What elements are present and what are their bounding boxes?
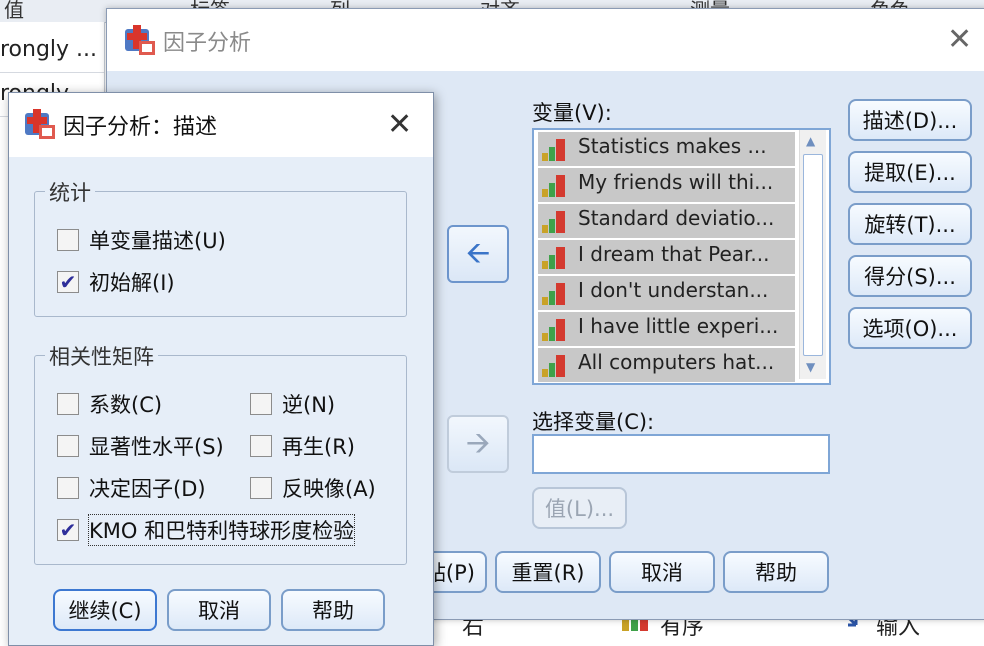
initial-solution-checkbox[interactable]: ✔ (57, 271, 79, 293)
reproduced-checkbox[interactable] (250, 435, 272, 457)
help-button[interactable]: 帮助 (723, 551, 829, 593)
reproduced-label[interactable]: 再生(R) (282, 431, 355, 461)
univariate-label[interactable]: 单变量描述(U) (89, 225, 226, 255)
scroll-thumb[interactable] (803, 154, 823, 356)
determinant-label[interactable]: 决定因子(D) (89, 473, 206, 503)
spss-app-icon (25, 109, 55, 139)
scale-measure-icon (542, 319, 566, 341)
inverse-label[interactable]: 逆(N) (282, 389, 335, 419)
title-bar: 因子分析 ✕ (107, 9, 984, 71)
scale-measure-icon (542, 247, 566, 269)
dialog-title: 因子分析：描述 (63, 115, 218, 140)
value-button[interactable]: 值(L)... (532, 487, 627, 529)
variable-name: I don't understan... (578, 278, 769, 302)
cancel-button[interactable]: 取消 (609, 551, 715, 593)
extraction-button[interactable]: 提取(E)... (848, 151, 972, 193)
statistics-group-label: 统计 (45, 177, 95, 207)
initial-solution-label[interactable]: 初始解(I) (89, 267, 175, 297)
kmo-bartlett-label[interactable]: KMO 和巴特利特球形度检验 (87, 514, 356, 546)
variable-list-item[interactable]: I don't understan... (538, 276, 795, 310)
continue-button[interactable]: 继续(C) (53, 589, 157, 631)
scale-measure-icon (542, 283, 566, 305)
scroll-up-icon[interactable]: ▲ (806, 134, 815, 148)
arrow-left-icon: 🡨 (465, 236, 491, 271)
correlation-matrix-group-label: 相关性矩阵 (45, 341, 158, 371)
title-bar: 因子分析：描述 ✕ (9, 93, 433, 157)
descriptives-button[interactable]: 描述(D)... (848, 99, 972, 141)
spss-app-icon (125, 25, 155, 55)
scale-measure-icon (542, 211, 566, 233)
kmo-bartlett-checkbox[interactable]: ✔ (57, 519, 79, 541)
selection-variable-field[interactable] (532, 434, 830, 474)
descriptives-dialog: 因子分析：描述 ✕ 统计 单变量描述(U) ✔ 初始解(I) 相关性矩阵 系数(… (8, 92, 434, 646)
variable-name: I have little experi... (578, 314, 779, 338)
significance-label[interactable]: 显著性水平(S) (89, 431, 224, 461)
variable-name: All computers hat... (578, 350, 775, 374)
determinant-checkbox[interactable] (57, 477, 79, 499)
inverse-checkbox[interactable] (250, 393, 272, 415)
variable-name: Statistics makes ... (578, 134, 767, 158)
variables-label: 变量(V): (532, 101, 612, 125)
help-button[interactable]: 帮助 (281, 589, 385, 631)
variable-list-item[interactable]: My friends will thi... (538, 168, 795, 202)
significance-checkbox[interactable] (57, 435, 79, 457)
anti-image-checkbox[interactable] (250, 477, 272, 499)
close-icon[interactable]: ✕ (947, 25, 972, 55)
variable-list-item[interactable]: I dream that Pear... (538, 240, 795, 274)
arrow-right-icon: 🡪 (465, 426, 491, 461)
dialog-title: 因子分析 (163, 31, 252, 56)
variable-name: My friends will thi... (578, 170, 774, 194)
scale-measure-icon (542, 139, 566, 161)
variable-name: Standard deviatio... (578, 206, 775, 230)
coefficients-checkbox[interactable] (57, 393, 79, 415)
variable-list-item[interactable]: Statistics makes ... (538, 132, 795, 166)
reset-button[interactable]: 重置(R) (495, 551, 601, 593)
options-button[interactable]: 选项(O)... (848, 307, 972, 349)
scroll-down-icon[interactable]: ▼ (806, 360, 815, 374)
column-header[interactable]: 值 (4, 0, 24, 23)
move-left-button[interactable]: 🡨 (447, 225, 509, 283)
variables-listbox[interactable]: ▲ ▼ Statistics makes ... My friends will … (532, 128, 831, 385)
scale-measure-icon (542, 175, 566, 197)
rotation-button[interactable]: 旋转(T)... (848, 203, 972, 245)
anti-image-label[interactable]: 反映像(A) (282, 473, 376, 503)
variable-list-item[interactable]: Standard deviatio... (538, 204, 795, 238)
variable-name: I dream that Pear... (578, 242, 770, 266)
data-cell[interactable]: rongly ... (0, 28, 104, 73)
variable-list-item[interactable]: All computers hat... (538, 348, 795, 382)
scale-measure-icon (542, 355, 566, 377)
scrollbar[interactable]: ▲ ▼ (799, 130, 826, 379)
univariate-checkbox[interactable] (57, 229, 79, 251)
move-right-button[interactable]: 🡪 (447, 415, 509, 473)
close-icon[interactable]: ✕ (387, 110, 412, 140)
cancel-button[interactable]: 取消 (167, 589, 271, 631)
coefficients-label[interactable]: 系数(C) (89, 389, 162, 419)
variable-list-item[interactable]: I have little experi... (538, 312, 795, 346)
selection-variable-label: 选择变量(C): (532, 410, 655, 434)
scores-button[interactable]: 得分(S)... (848, 255, 972, 297)
